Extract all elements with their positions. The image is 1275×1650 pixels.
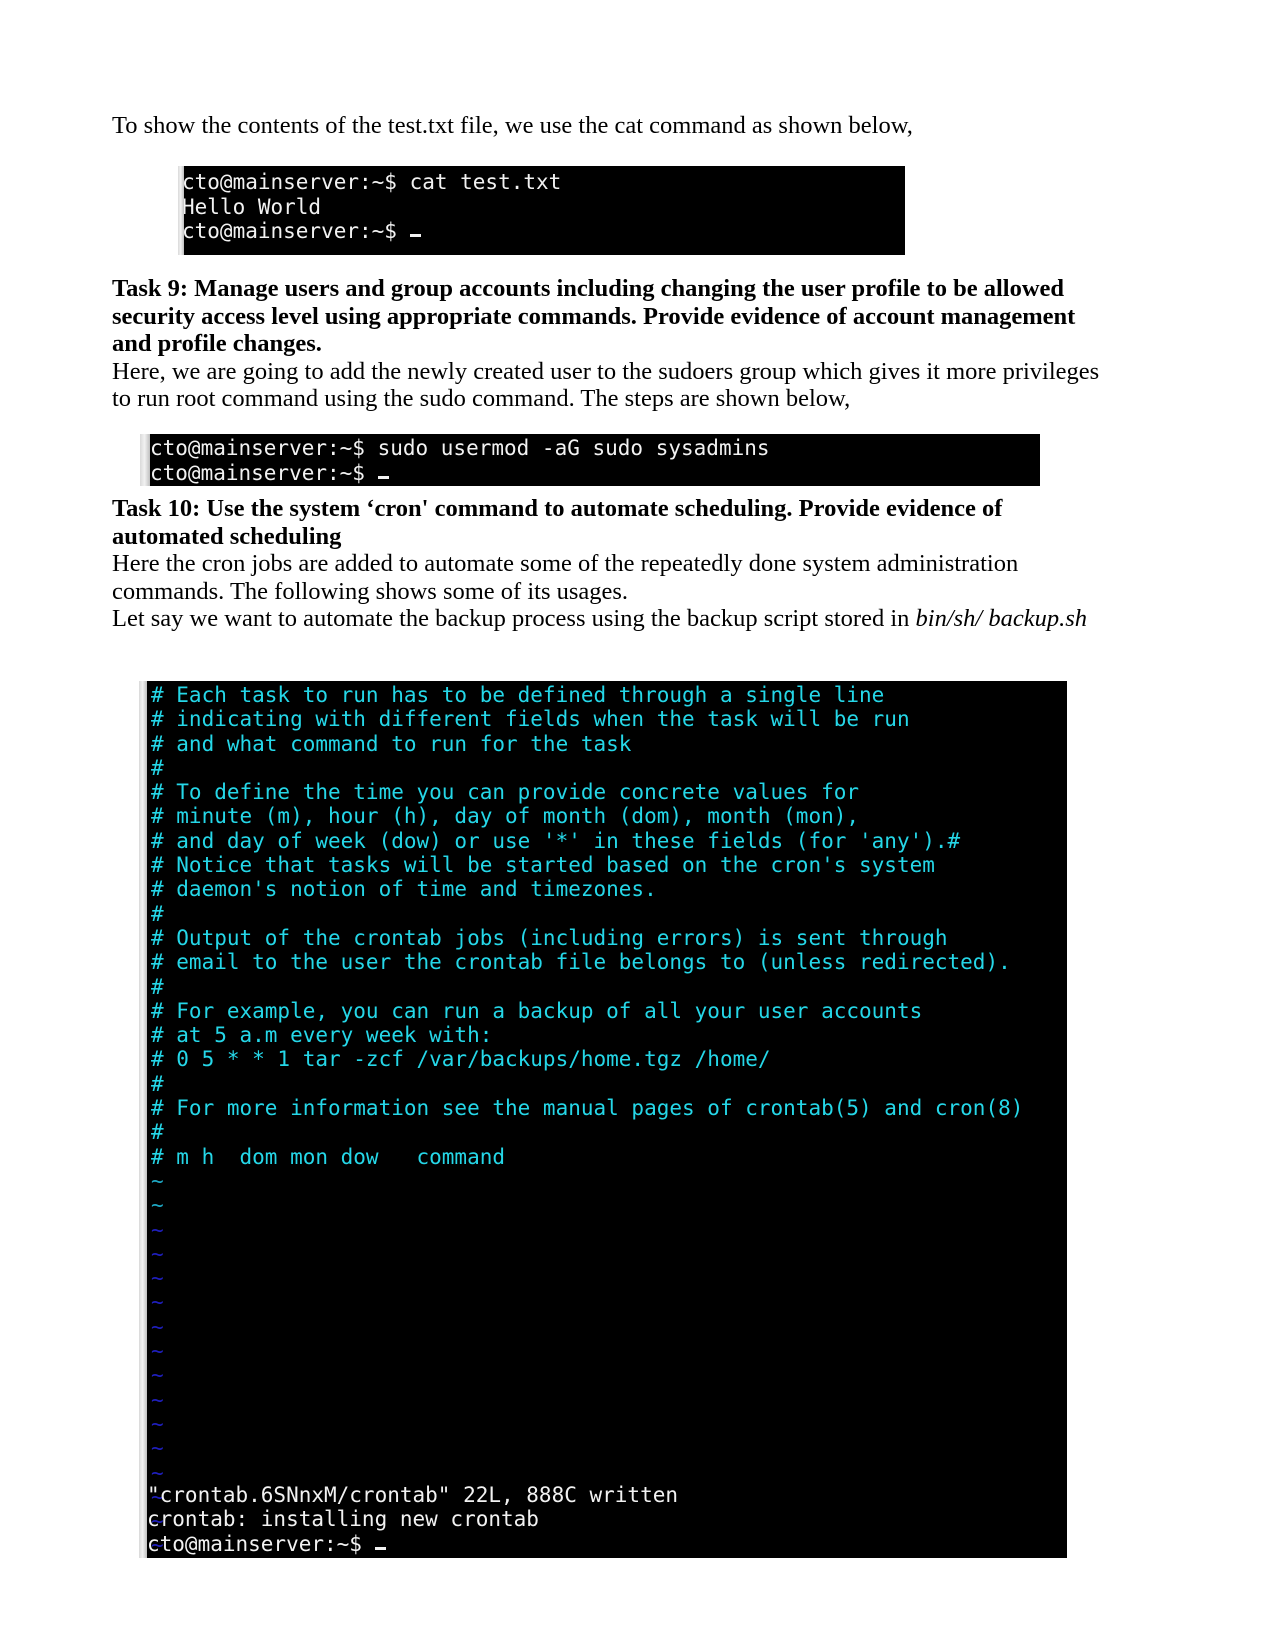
terminal-line: cto@mainserver:~$ cat test.txt [182,170,562,194]
terminal-line: cto@mainserver:~$ sudo usermod -aG sudo … [150,436,770,460]
terminal-prompt-line: cto@mainserver:~$ [144,461,1040,486]
crontab-editor-body: # Each task to run has to be defined thr… [147,683,1067,1558]
crontab-comment-line: # For more information see the manual pa… [151,1096,1024,1121]
crontab-tilde-line: ~ [151,1241,164,1266]
crontab-tilde-line: ~ [151,1411,164,1436]
crontab-tilde-line: ~ [151,1217,164,1242]
crontab-comment-line: # indicating with different fields when … [151,707,910,732]
crontab-tilde-line: ~ [151,1363,164,1388]
crontab-comment-line: # and what command to run for the task [151,731,632,756]
document-content: To show the contents of the test.txt fil… [112,0,1102,140]
backup-script-path: bin/sh/ backup.sh [915,605,1088,632]
task10-paragraph-2: Let say we want to automate the backup p… [112,605,1102,633]
crontab-comment-line: # and day of week (dow) or use '*' in th… [151,828,961,853]
terminal-prompt-line: cto@mainserver:~$ [147,1532,1067,1556]
crontab-tilde-line: ~ [151,1168,164,1193]
task10-heading: Task 10: Use the system ‘cron' command t… [112,495,1003,550]
crontab-comment-line: # email to the user the crontab file bel… [151,950,1011,975]
task9-paragraph: Here, we are going to add the newly crea… [112,357,1100,413]
crontab-comment-line: # [151,1120,164,1145]
terminal-crontab-editor: # Each task to run has to be defined thr… [139,681,1067,1558]
crontab-status-line: "crontab.6SNnxM/crontab" 22L, 888C writt… [147,1483,679,1508]
crontab-comment-line: # Each task to run has to be defined thr… [151,683,885,707]
terminal-cat-output: cto@mainserver:~$ cat test.txt Hello Wor… [178,166,905,255]
crontab-comment-line: # [151,1071,164,1096]
crontab-comment-line: # Notice that tasks will be started base… [151,853,935,878]
crontab-comment-line: # To define the time you can provide con… [151,780,860,805]
terminal-cursor [409,234,421,237]
crontab-comment-line: # For example, you can run a backup of a… [151,998,923,1023]
terminal-left-edge [140,434,150,486]
task10-paragraph-2-prefix: Let say we want to automate the backup p… [112,605,916,632]
crontab-tilde-line: ~ [151,1314,164,1339]
crontab-tilde-line: ~ [151,1387,164,1412]
crontab-comment-lines: # Each task to run has to be defined thr… [151,683,1067,1169]
crontab-comment-line: # daemon's notion of time and timezones. [151,877,657,902]
crontab-comment-line: # at 5 a.m every week with: [151,1023,493,1048]
crontab-tilde-line: ~ [151,1266,164,1291]
terminal-cursor [377,475,389,479]
task9-heading: Task 9: Manage users and group accounts … [112,275,1076,357]
crontab-comment-line: # Output of the crontab jobs (including … [151,925,948,950]
crontab-tilde-line: ~ [151,1436,164,1461]
terminal-usermod-output: cto@mainserver:~$ sudo usermod -aG sudo … [140,434,1040,486]
intro-paragraph: To show the contents of the test.txt fil… [112,112,913,139]
terminal-prompt-text: cto@mainserver:~$ [150,460,378,485]
crontab-comment-line: # m h dom mon dow command [151,1144,506,1169]
crontab-status-line: crontab: installing new crontab [147,1507,539,1532]
terminal-left-edge [139,681,147,1558]
crontab-tilde-line: ~ [151,1290,164,1315]
terminal-prompt-text: cto@mainserver:~$ [182,219,410,243]
crontab-comment-line: # minute (m), hour (h), day of month (do… [151,804,860,829]
document-page: To show the contents of the test.txt fil… [0,0,1275,1650]
crontab-comment-line: # 0 5 * * 1 tar -zcf /var/backups/home.t… [151,1047,771,1072]
terminal-cursor [374,1546,386,1550]
terminal-prompt-line: cto@mainserver:~$ [182,219,905,244]
task9-block: Task 9: Manage users and group accounts … [112,275,1102,413]
crontab-status-lines: "crontab.6SNnxM/crontab" 22L, 888C writt… [147,1483,1067,1556]
crontab-tilde-line: ~ [151,1460,164,1485]
crontab-comment-line: # [151,901,164,926]
crontab-tilde-line: ~ [151,1339,164,1364]
terminal-left-edge [178,166,184,255]
crontab-comment-line: # [151,974,164,999]
terminal-line: Hello World [182,194,322,219]
task10-block: Task 10: Use the system ‘cron' command t… [112,495,1102,633]
task10-paragraph: Here the cron jobs are added to automate… [112,550,1019,605]
crontab-tilde-line: ~ [151,1193,164,1218]
terminal-prompt-text: cto@mainserver:~$ [147,1531,375,1556]
crontab-comment-line: # [151,755,164,780]
